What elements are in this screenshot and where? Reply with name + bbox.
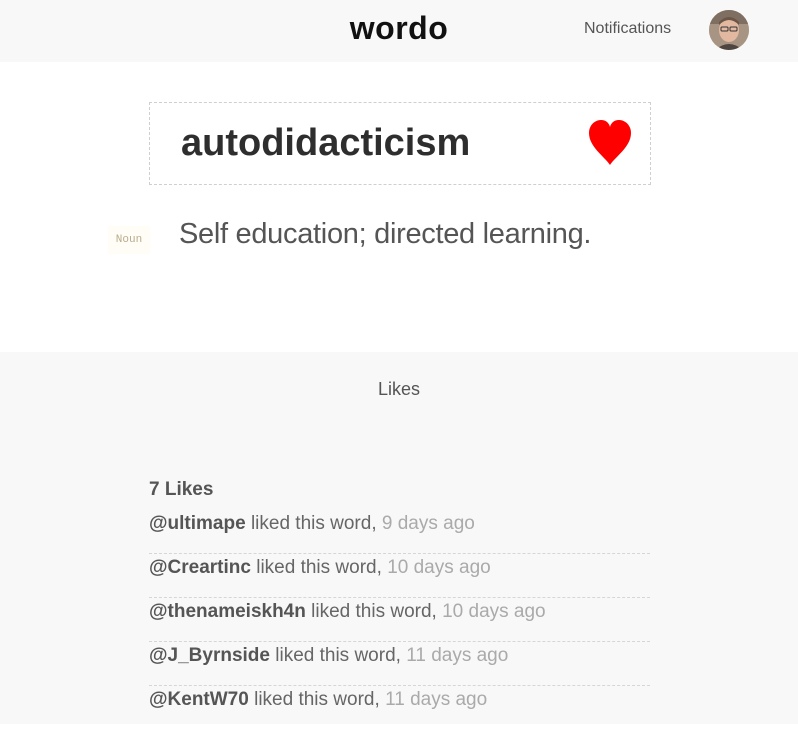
like-list-item: @ultimape liked this word, 9 days ago [149,510,650,554]
like-username[interactable]: @KentW70 [149,689,249,710]
likes-heading: Likes [377,379,421,399]
user-avatar[interactable] [709,10,749,50]
like-list-item: @Creartinc liked this word, 10 days ago [149,554,650,598]
like-username[interactable]: @Creartinc [149,557,251,578]
like-timestamp: 11 days ago [385,689,488,710]
notifications-link[interactable]: Notifications [584,20,671,38]
like-timestamp: 9 days ago [381,513,475,534]
like-timestamp: 11 days ago [406,645,509,666]
like-timestamp: 10 days ago [442,601,546,622]
word-definition: Self education; directed learning. [179,218,592,250]
top-nav-bar: wordo Notifications [0,0,798,62]
like-action-text: liked this word, [250,513,377,534]
like-list-item: @thenameiskh4n liked this word, 10 days … [149,598,650,642]
likes-list: @ultimape liked this word, 9 days ago @C… [149,510,650,730]
like-username[interactable]: @J_Byrnside [149,645,270,666]
likes-section: Likes 7 Likes @ultimape liked this word,… [0,352,798,724]
like-username[interactable]: @thenameiskh4n [149,601,306,622]
part-of-speech-badge: Noun [108,226,150,254]
heart-icon [589,120,631,165]
word-card: autodidacticism [149,102,651,185]
word-title: autodidacticism [181,122,471,164]
avatar-photo-icon [709,10,749,50]
likes-count: 7 Likes [149,479,214,500]
like-action-text: liked this word, [275,645,401,666]
like-action-text: liked this word, [311,601,437,622]
like-list-item: @J_Byrnside liked this word, 11 days ago [149,642,650,686]
like-action-text: liked this word, [256,557,382,578]
app-logo[interactable]: wordo [0,10,798,47]
like-list-item: @KentW70 liked this word, 11 days ago [149,686,650,730]
like-username[interactable]: @ultimape [149,513,246,534]
like-action-text: liked this word, [254,689,380,710]
like-heart-button[interactable] [587,119,633,167]
like-timestamp: 10 days ago [387,557,491,578]
